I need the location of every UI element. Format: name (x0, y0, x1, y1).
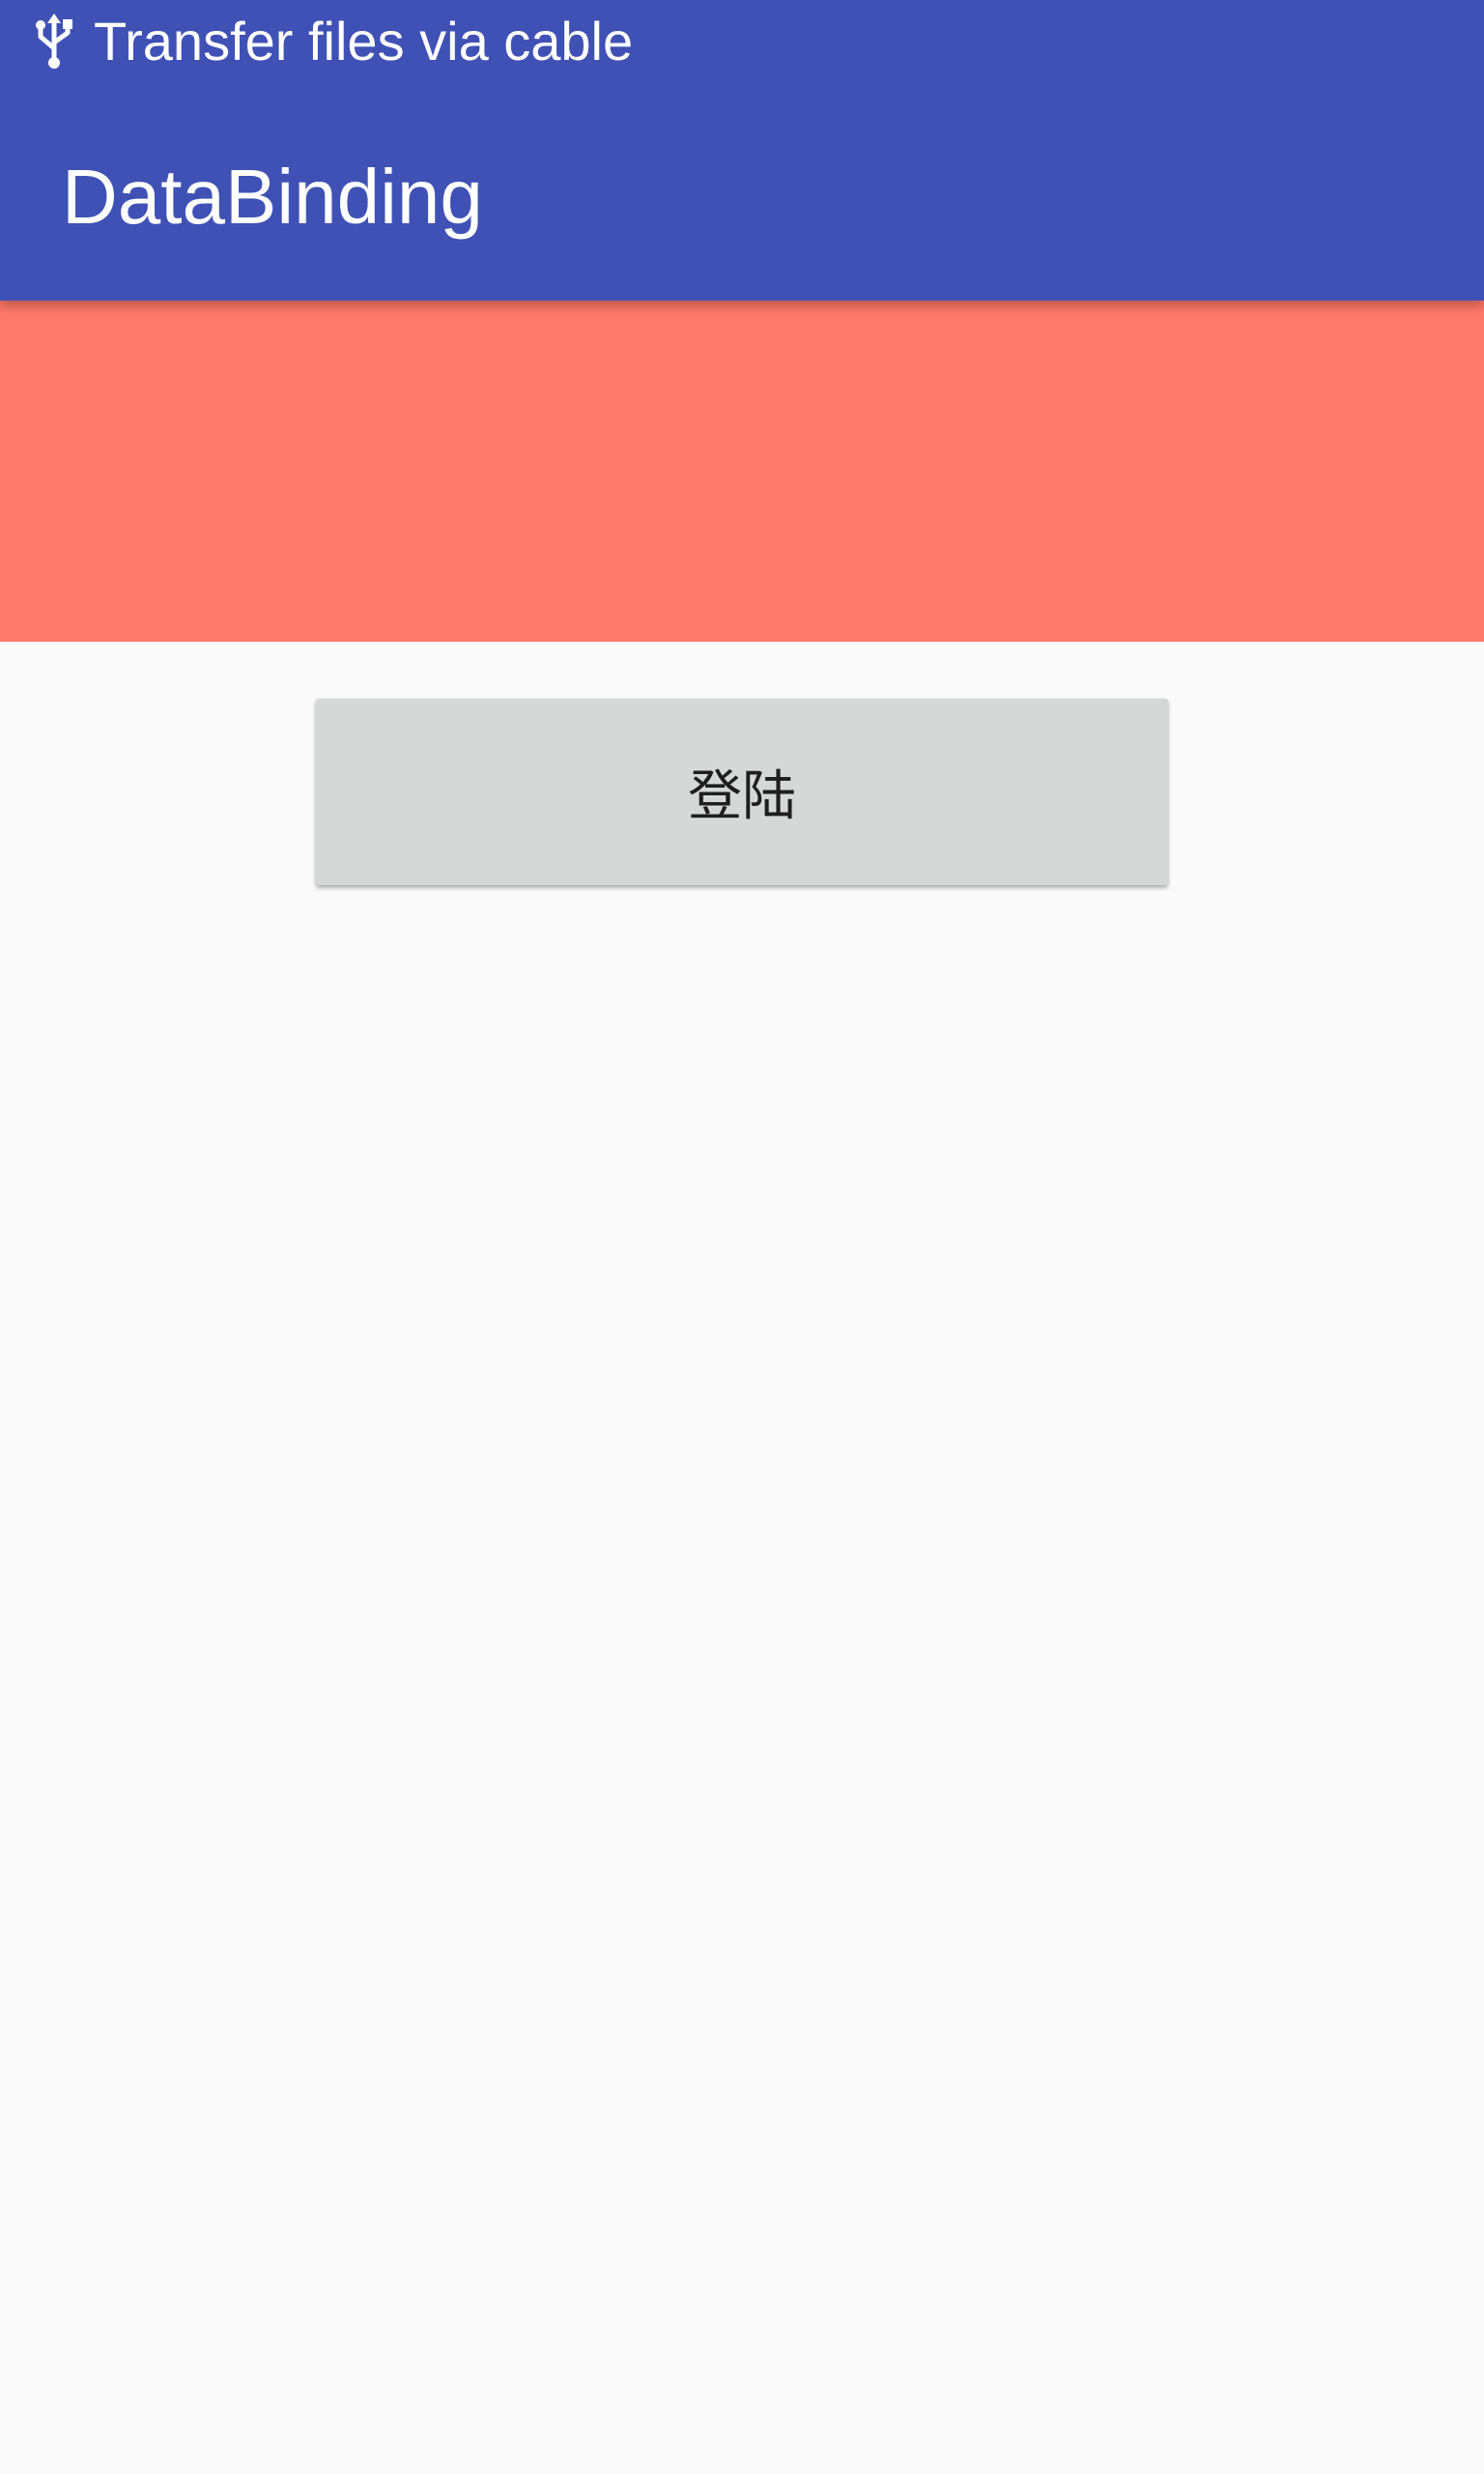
main-content: 登陆 (0, 642, 1484, 2474)
app-title: DataBinding (62, 154, 483, 240)
status-notification-text: Transfer files via cable (94, 11, 634, 72)
banner-area (0, 301, 1484, 642)
usb-icon (36, 14, 72, 69)
top-bar: Transfer files via cable DataBinding (0, 0, 1484, 301)
login-button[interactable]: 登陆 (316, 699, 1168, 885)
app-screen: Transfer files via cable DataBinding 登陆 (0, 0, 1484, 2474)
status-bar: Transfer files via cable (0, 0, 1484, 83)
